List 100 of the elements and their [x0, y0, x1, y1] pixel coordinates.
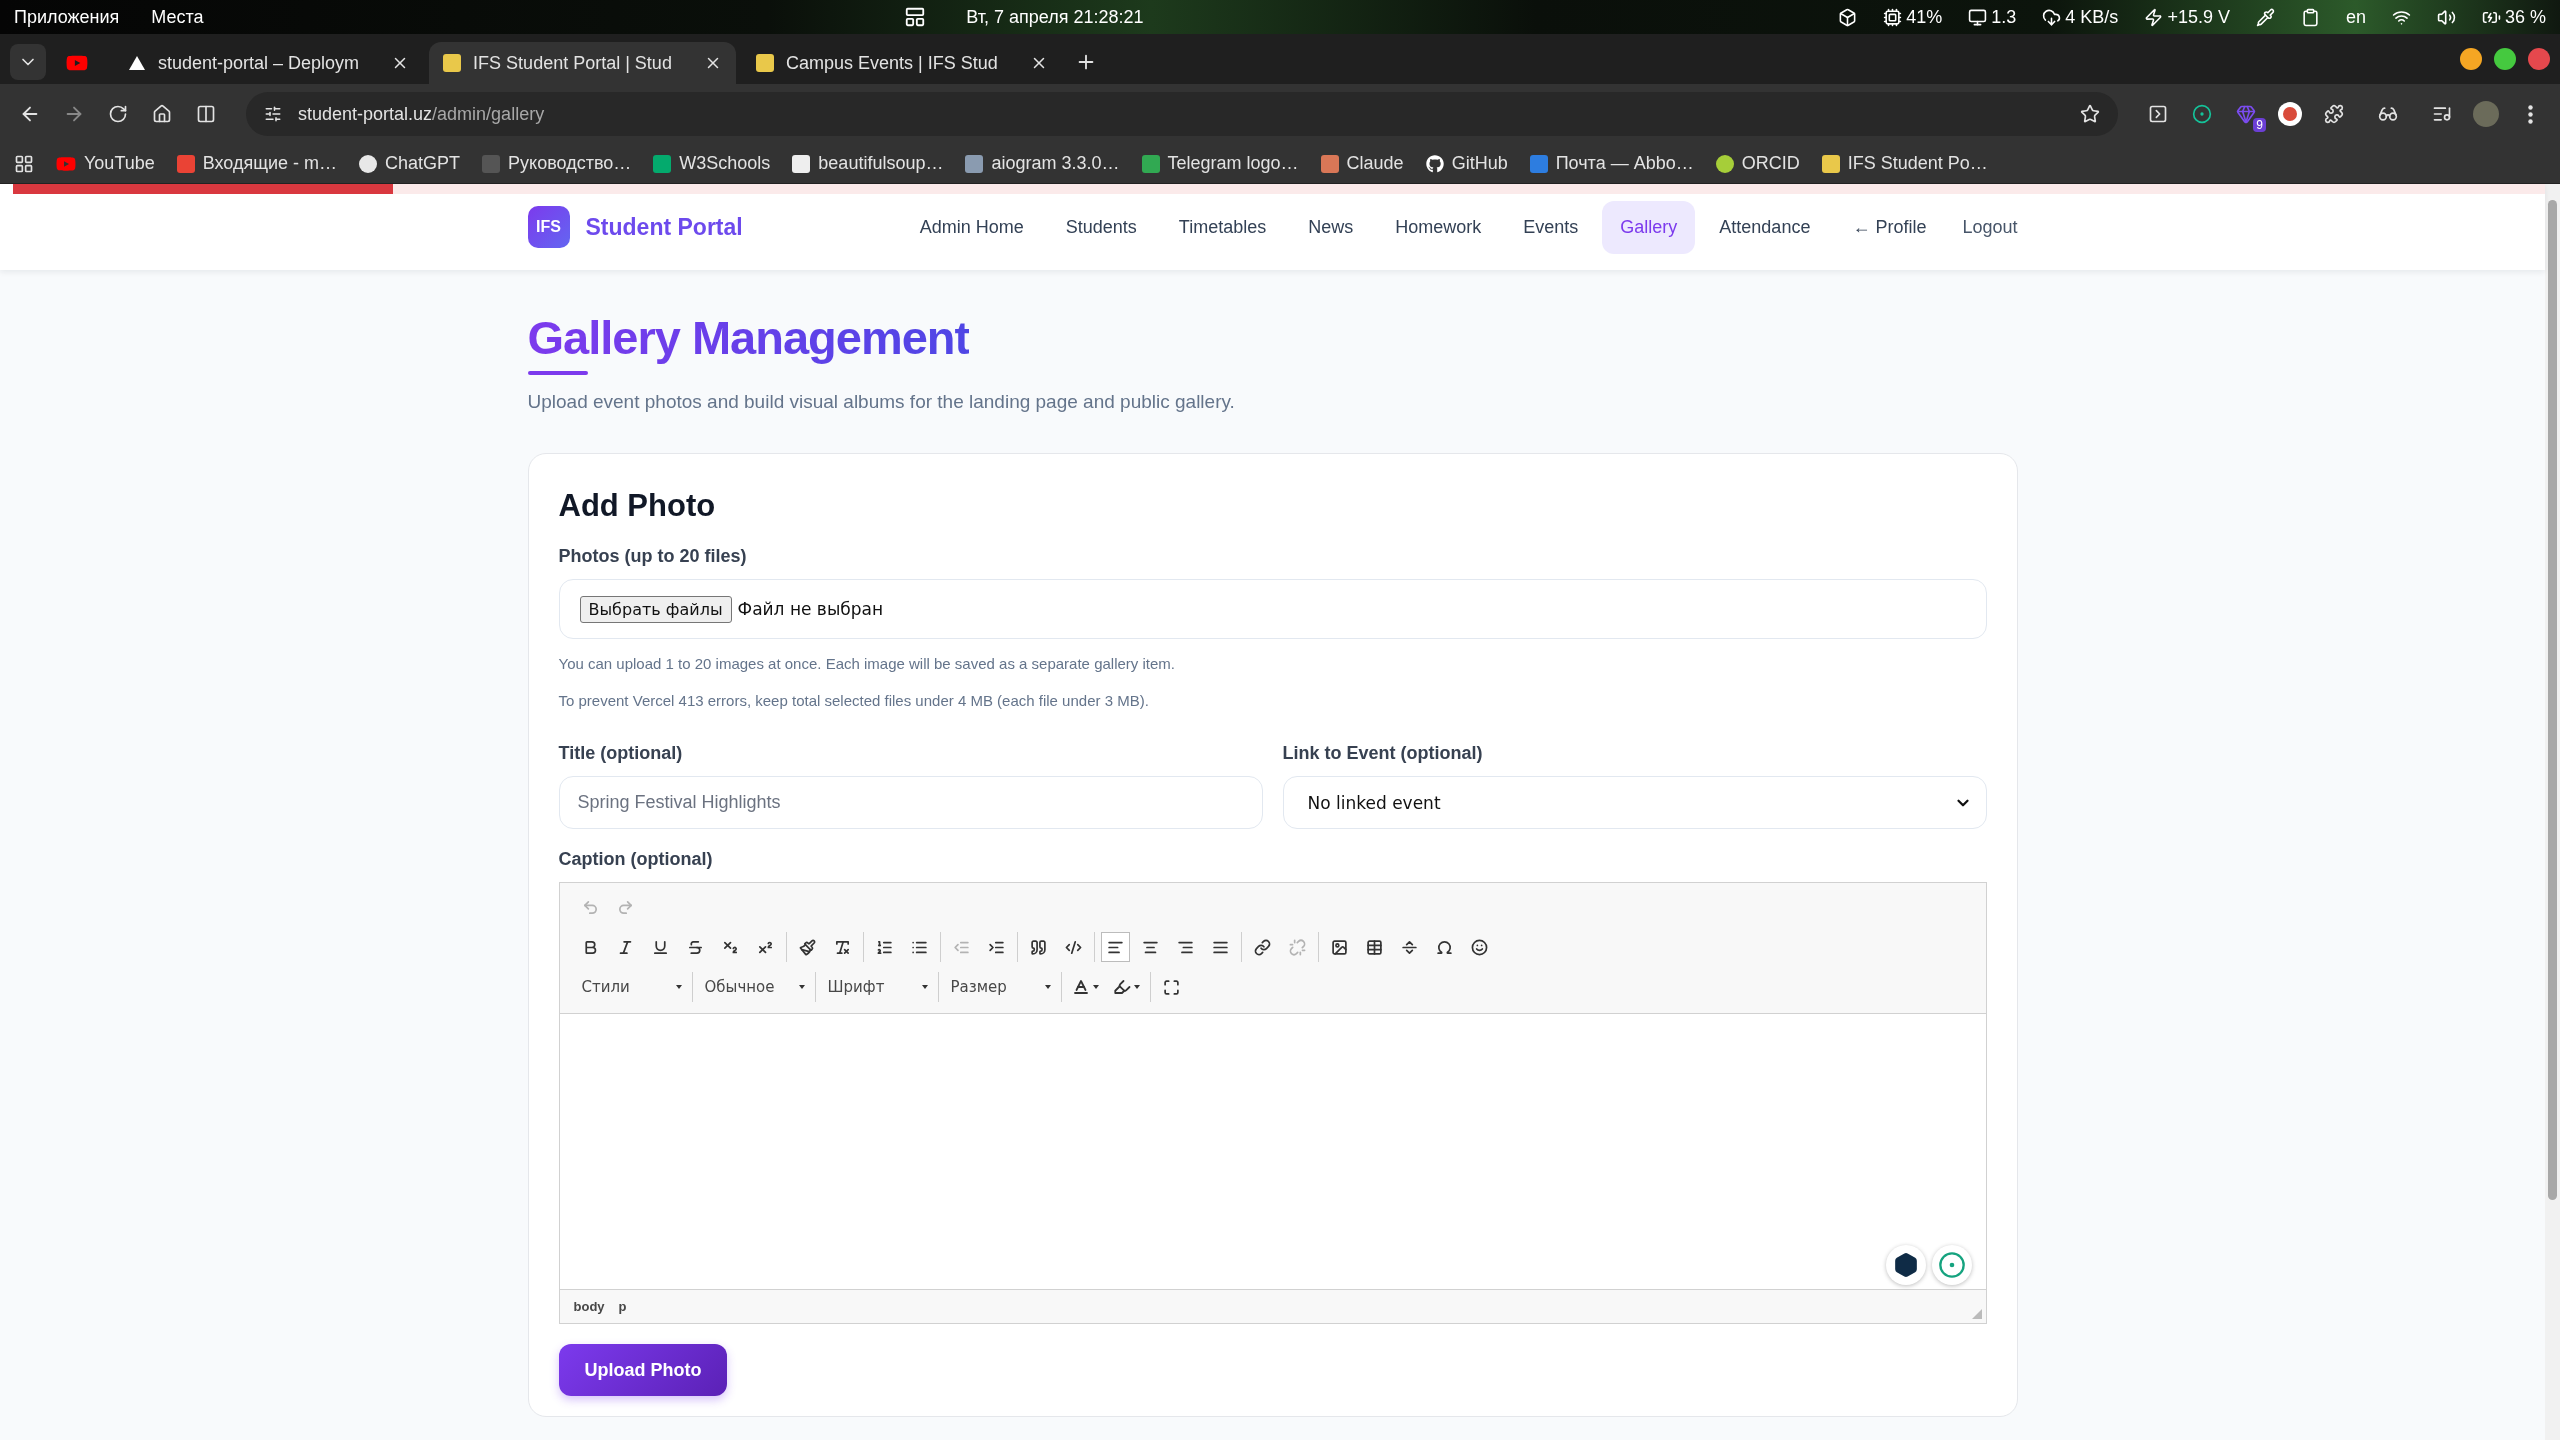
dropdown[interactable]: Размер [944, 972, 1055, 1002]
hint-text: To prevent Vercel 413 errors, keep total selected files under 4 MB (each file under 3 MB). [558, 692, 1150, 709]
image-icon [1330, 938, 1348, 956]
nav-link[interactable]: ← Profile [1834, 200, 1945, 254]
favicon-icon [965, 154, 984, 173]
bookmark[interactable]: ORCID [1715, 153, 1800, 174]
bookmark[interactable]: Входящие - m… [176, 153, 338, 174]
monitor-icon[interactable] [1968, 7, 1988, 27]
file-status: Файл не выбран [737, 599, 884, 619]
indicator-text: 36 % [2504, 6, 2546, 28]
system-menu[interactable]: Места [151, 6, 204, 28]
minimize-button[interactable] [2460, 48, 2482, 70]
nav-link[interactable]: Attendance [1701, 200, 1829, 254]
dropdown[interactable]: Обычное [698, 972, 809, 1002]
incognito-icon [2378, 104, 2398, 124]
resize-handle[interactable] [1971, 1309, 1982, 1319]
triangle-icon [128, 54, 146, 72]
brand-name[interactable]: Student Portal [585, 213, 743, 241]
chip-icon[interactable] [1883, 7, 1903, 27]
upload-button[interactable]: Upload Photo [558, 1344, 728, 1396]
circle-icon [1937, 1251, 1966, 1279]
nav-link[interactable]: Gallery [1602, 200, 1696, 254]
code-icon [1064, 938, 1082, 956]
favicon-icon [1320, 154, 1339, 173]
title-input[interactable]: Spring Festival Highlights [558, 776, 1263, 829]
clipboard-icon[interactable] [2300, 7, 2320, 27]
bookmark[interactable]: Claude [1320, 153, 1404, 174]
text-color-icon [1071, 978, 1090, 996]
rich-text-editor[interactable]: Стили Обычное Шрифт Размер body p [558, 882, 1987, 1324]
browser-tab[interactable]: IFS Student Portal | Stud [429, 42, 736, 84]
nav-link[interactable]: Students [1047, 200, 1155, 254]
element-path[interactable]: body [573, 1299, 605, 1314]
extension-button[interactable]: 9 [2228, 96, 2264, 132]
cloud-download-icon[interactable] [2042, 7, 2062, 27]
favicon-icon [443, 54, 462, 72]
gem-icon [2236, 104, 2256, 124]
card-heading: Add Photo [558, 488, 717, 524]
dropdown[interactable]: Шрифт [821, 972, 932, 1002]
nav-link[interactable]: Events [1505, 200, 1597, 254]
bookmark[interactable]: W3Schools [653, 153, 771, 174]
align-left-button[interactable] [1100, 932, 1130, 962]
bookmark[interactable]: GitHub [1425, 153, 1508, 174]
extension-badge: 9 [2253, 118, 2266, 132]
bookmark[interactable]: ChatGPT [359, 153, 461, 174]
pipette-icon[interactable] [2255, 7, 2275, 27]
brush-icon [798, 938, 816, 956]
dropdown[interactable]: Стили [575, 972, 686, 1002]
logout-button[interactable]: Logout [1950, 200, 2018, 254]
extension-icon [2148, 104, 2168, 124]
avatar-icon [2473, 101, 2499, 127]
maximize-button[interactable] [2494, 48, 2516, 70]
menu-icon [2527, 104, 2533, 124]
clock: Вт, 7 апреля 21:28:21 [966, 6, 1144, 28]
caret-icon [921, 985, 928, 989]
event-select[interactable]: No linked event [1282, 776, 1987, 829]
nav-link[interactable]: News [1290, 200, 1372, 254]
indicator-text: 1.3 [1991, 6, 2017, 28]
bookmark[interactable]: beautifulsoup… [792, 153, 944, 174]
site-settings-icon[interactable] [264, 105, 282, 123]
indicator-text: 41% [1906, 6, 1943, 28]
browser-tab[interactable]: student-portal – Deploym [114, 42, 424, 84]
favicon-icon [792, 154, 811, 173]
cat-icon [1425, 154, 1444, 173]
field-label: Link to Event (optional) [1282, 743, 1484, 764]
bookmark[interactable]: Почта — Abbo… [1529, 153, 1694, 174]
box-icon[interactable] [1838, 7, 1858, 27]
bookmark[interactable]: Telegram logo… [1141, 153, 1299, 174]
address-bar[interactable]: student-portal.uz/admin/gallery [246, 92, 2118, 136]
redo-icon [616, 898, 634, 916]
title-underline [527, 371, 588, 375]
clear-format-icon [833, 938, 851, 956]
choose-files-button[interactable]: Выбрать файлы [579, 595, 732, 623]
favicon-icon [1529, 154, 1548, 173]
bookmark[interactable]: IFS Student Po… [1821, 153, 1988, 174]
lightning-icon[interactable] [2144, 7, 2164, 27]
apps-icon[interactable] [14, 153, 34, 174]
close-button[interactable] [2528, 48, 2550, 70]
bookmark[interactable]: aiogram 3.3.0… [965, 153, 1120, 174]
star-icon[interactable] [2080, 104, 2100, 124]
home-icon [152, 104, 172, 124]
bookmark[interactable]: YouTube [56, 153, 155, 174]
caret-icon [675, 985, 682, 989]
favicon-icon [359, 154, 378, 173]
scrollbar[interactable] [2545, 184, 2560, 1440]
element-path[interactable]: p [618, 1299, 627, 1314]
nav-link[interactable]: Admin Home [901, 200, 1042, 254]
volume-icon[interactable] [2436, 7, 2456, 27]
layout-icon[interactable] [904, 6, 927, 28]
system-menu[interactable]: Приложения [14, 6, 120, 28]
caret-icon [1044, 985, 1051, 989]
file-input-field[interactable]: Выбрать файлы Файл не выбран [558, 579, 1987, 639]
nav-link[interactable]: Homework [1377, 200, 1500, 254]
caret-icon [798, 985, 805, 989]
caret-icon [1092, 985, 1099, 989]
extensions-icon [2324, 104, 2344, 124]
nav-link[interactable]: Timetables [1160, 200, 1285, 254]
browser-tab[interactable]: Campus Events | IFS Stud [741, 42, 1062, 84]
media-icon [2432, 104, 2452, 124]
bookmark[interactable]: Руководство… [482, 153, 632, 174]
logo-badge: IFS [527, 206, 570, 248]
